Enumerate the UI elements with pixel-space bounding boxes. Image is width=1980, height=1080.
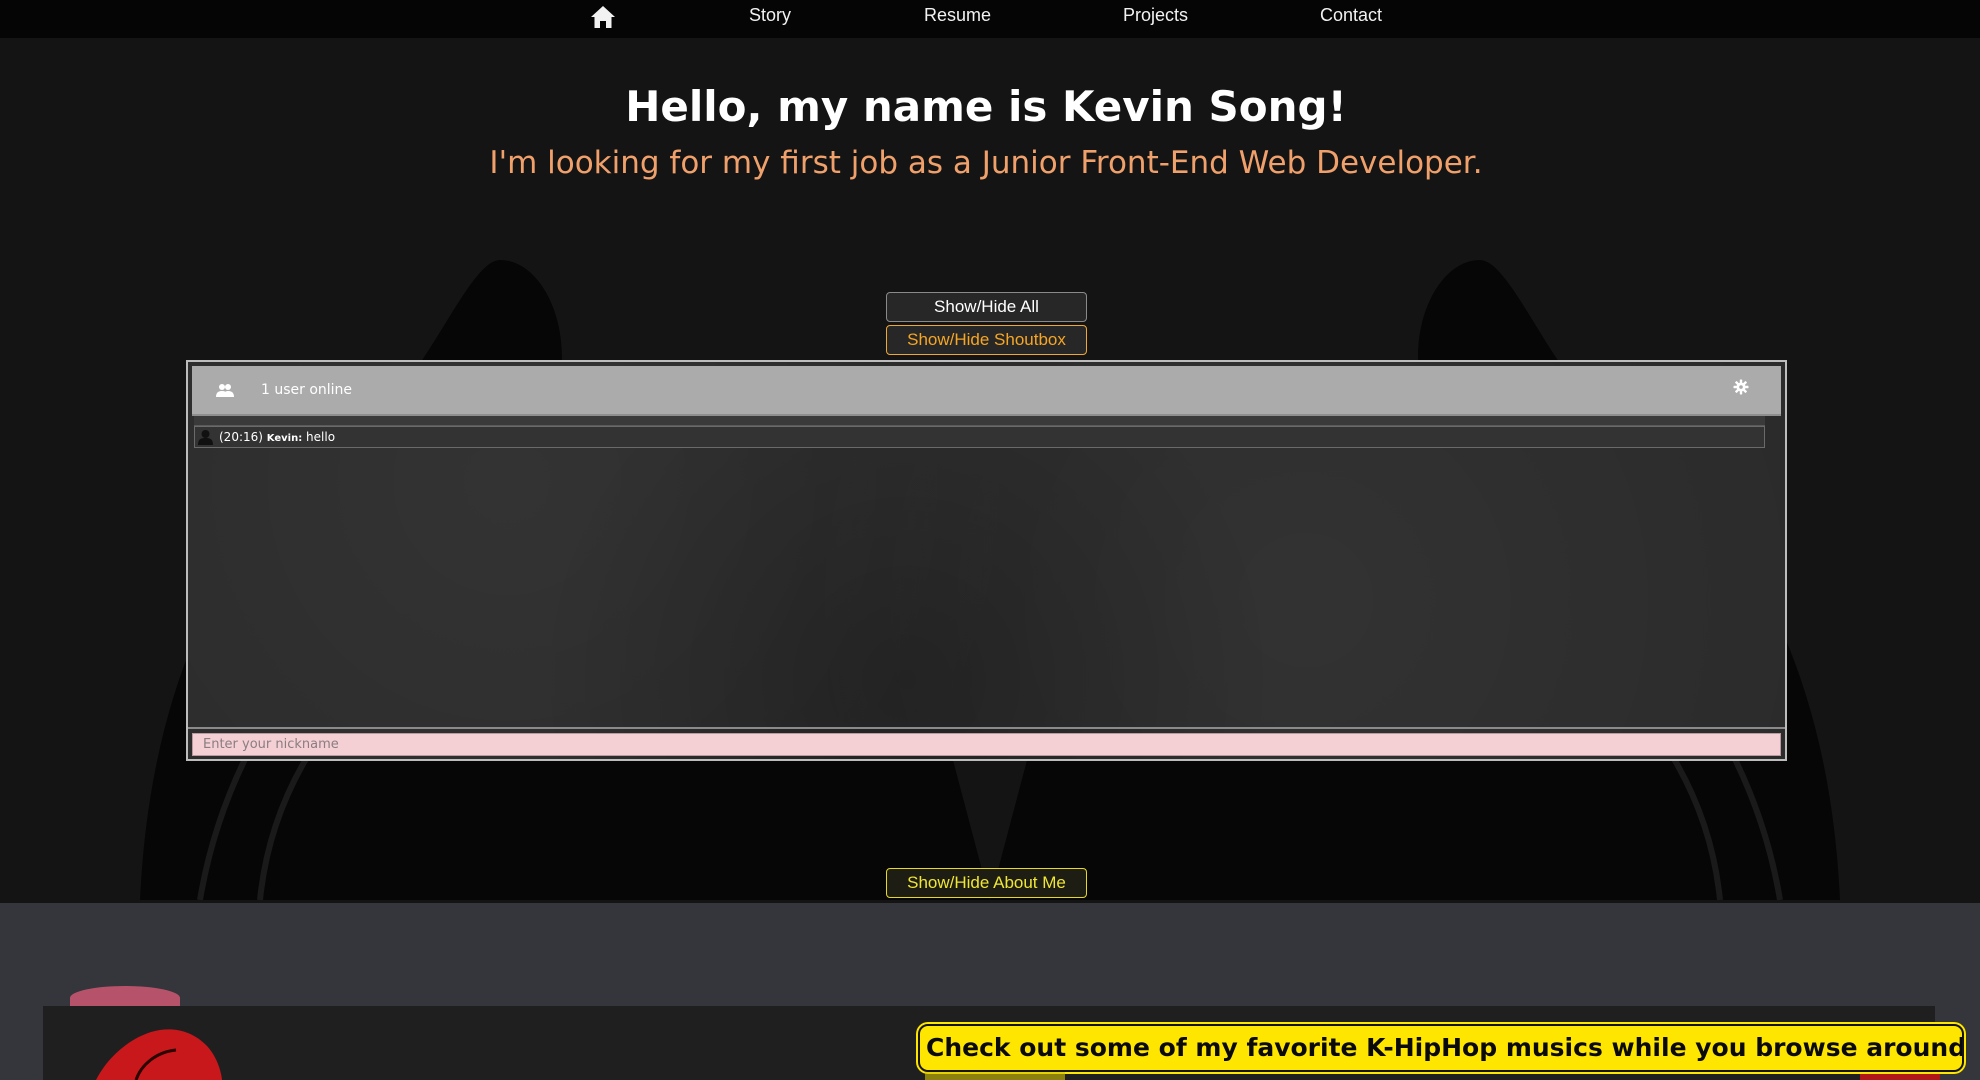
- nav-resume-link[interactable]: Resume: [924, 5, 991, 26]
- nav-projects-link[interactable]: Projects: [1123, 5, 1188, 26]
- message-user: Kevin:: [266, 433, 303, 444]
- hero-subtitle: I'm looking for my first job as a Junior…: [489, 145, 1483, 181]
- show-hide-about-button[interactable]: Show/Hide About Me: [886, 868, 1087, 898]
- message-body: hello: [306, 430, 336, 444]
- top-nav: Story Resume Projects Contact: [0, 0, 1980, 38]
- nav-story-link[interactable]: Story: [749, 5, 791, 26]
- red-logo-illustration: [96, 1029, 222, 1080]
- nav-contact-link[interactable]: Contact: [1320, 5, 1382, 26]
- chat-message: (20:16) Kevin: hello: [194, 426, 1765, 448]
- hero-title: Hello, my name is Kevin Song!: [625, 82, 1347, 131]
- show-hide-all-button[interactable]: Show/Hide All: [886, 292, 1087, 322]
- music-banner-text: Check out some of my favorite K-HipHop m…: [926, 1033, 1964, 1062]
- shoutbox: 1 user online (20:16) Kevin: hello Enter…: [186, 360, 1787, 761]
- home-icon[interactable]: [590, 5, 616, 29]
- chat-message-text: (20:16) Kevin: hello: [219, 430, 335, 444]
- page: Story Resume Projects Contact Hello, my …: [0, 0, 1980, 1080]
- nickname-input[interactable]: [192, 733, 1781, 756]
- red-accent-decoration: [1860, 1073, 1940, 1080]
- user-avatar-icon: [198, 430, 213, 445]
- shoutbox-divider: [188, 727, 1785, 729]
- message-time: (20:16): [219, 430, 263, 444]
- banner-underline-decoration: [925, 1072, 1065, 1080]
- message-list-edge: [194, 416, 1765, 426]
- shoutbox-header: 1 user online: [192, 366, 1781, 416]
- music-banner[interactable]: Check out some of my favorite K-HipHop m…: [918, 1024, 1964, 1072]
- users-online-count: 1 user online: [261, 382, 353, 398]
- show-hide-shoutbox-button[interactable]: Show/Hide Shoutbox: [886, 325, 1087, 355]
- gear-icon[interactable]: [1733, 379, 1749, 395]
- users-icon: [216, 384, 234, 397]
